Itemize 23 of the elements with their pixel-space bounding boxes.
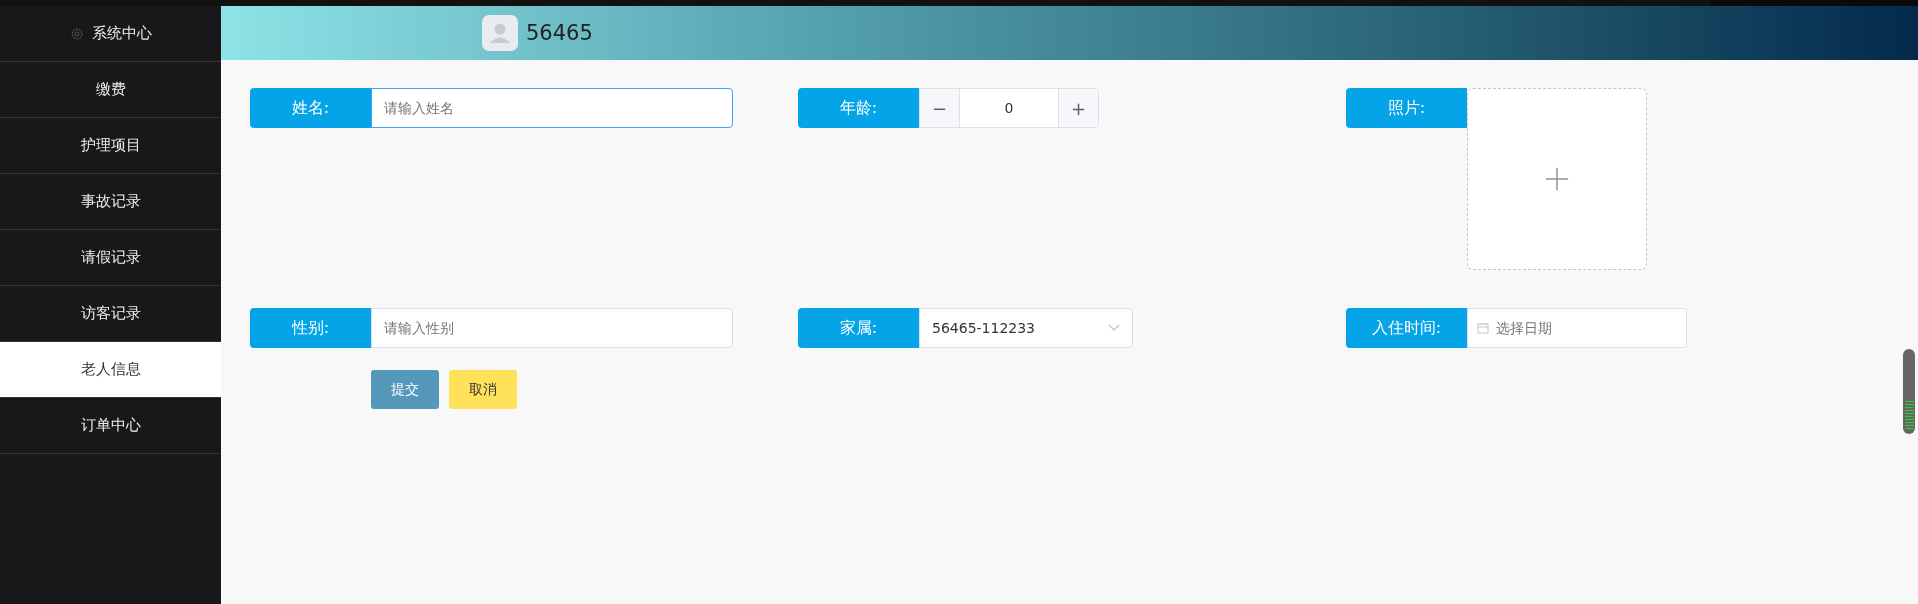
username: 56465 <box>526 21 593 45</box>
sidebar-item[interactable]: 事故记录 <box>0 174 221 230</box>
upload-area[interactable] <box>1467 88 1647 270</box>
calendar-icon <box>1477 322 1489 334</box>
avatar-icon <box>482 15 518 51</box>
sidebar-item[interactable]: 老人信息 <box>0 342 221 398</box>
chevron-down-icon <box>1108 324 1120 332</box>
sidebar-item[interactable]: 护理项目 <box>0 118 221 174</box>
cancel-button[interactable]: 取消 <box>449 370 517 409</box>
field-label: 入住时间: <box>1346 308 1467 348</box>
gear-icon <box>69 26 84 41</box>
sidebar-item[interactable]: 请假记录 <box>0 230 221 286</box>
field-label: 姓名: <box>250 88 371 128</box>
text-field[interactable]: 请输入姓名 <box>371 88 733 128</box>
sidebar-item[interactable]: 订单中心 <box>0 398 221 454</box>
field-label: 性别: <box>250 308 371 348</box>
field-label: 年龄: <box>798 88 919 128</box>
sidebar-item[interactable]: 缴费 <box>0 62 221 118</box>
select-field[interactable]: 56465-112233 <box>919 308 1133 348</box>
date-field[interactable]: 选择日期 <box>1467 308 1687 348</box>
field-label: 照片: <box>1346 88 1467 128</box>
field-label: 家属: <box>798 308 919 348</box>
plus-icon <box>1544 166 1570 192</box>
